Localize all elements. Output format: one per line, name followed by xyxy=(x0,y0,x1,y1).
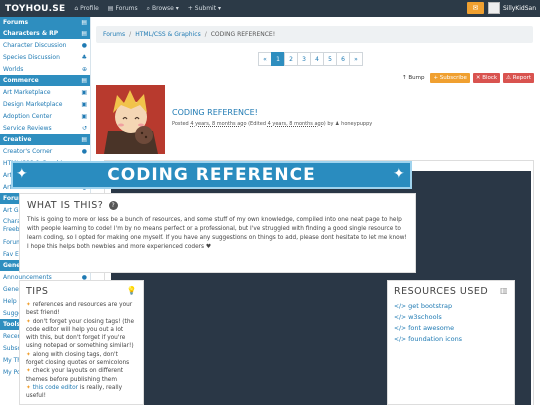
nav-forums-link[interactable]: ▤ Forums xyxy=(108,5,138,12)
item-icon: ● xyxy=(81,41,87,49)
pagination-page[interactable]: 3 xyxy=(297,52,311,66)
sidebar-item-service-reviews[interactable]: Service Reviews ↺ xyxy=(0,122,90,134)
code-icon: </> xyxy=(394,336,407,343)
tips-card: TIPS 💡 ✦ references and resources are you… xyxy=(19,280,144,405)
tip-item: ✦ references and resources are your best… xyxy=(26,302,133,317)
sidebar-item-design-marketplace[interactable]: Design Marketplace ▣ xyxy=(0,98,90,110)
breadcrumb-forums[interactable]: Forums xyxy=(103,31,125,38)
code-icon: </> xyxy=(394,303,407,310)
sidebar-item-species-discussion[interactable]: Species Discussion ♣ xyxy=(0,51,90,63)
nav-browse-dropdown[interactable]: ⌕ Browse ▾ xyxy=(147,5,179,13)
item-icon: ▣ xyxy=(81,88,87,96)
pagination-page[interactable]: 5 xyxy=(323,52,337,66)
thread-actions: ↑ Bump + Subscribe ✕ Block ⚠ Report xyxy=(396,73,534,83)
code-icon: </> xyxy=(394,325,407,332)
item-icon: ⊕ xyxy=(81,65,87,73)
author-link[interactable]: ♟ honeypuppy xyxy=(335,121,372,127)
resources-list: </> get bootstrap </> w3schools </> font aw… xyxy=(394,301,508,345)
posted-time: 4 years, 8 months ago xyxy=(190,121,247,127)
what-is-this-heading: WHAT IS THIS? xyxy=(27,200,104,211)
sidebar-section-commerce[interactable]: Commerce ▤ xyxy=(0,75,90,86)
item-icon: ▣ xyxy=(81,112,87,120)
tip-item: ✦ check your layouts on different themes… xyxy=(26,368,124,383)
report-button[interactable]: ⚠ Report xyxy=(503,73,534,83)
sidebar-item-worlds[interactable]: Worlds ⊕ xyxy=(0,63,90,75)
sparkle-icon: ✦ xyxy=(16,166,28,182)
pagination-next[interactable]: » xyxy=(349,52,363,66)
plus-icon: + xyxy=(187,5,193,12)
sidebar-item-creator-s-corner[interactable]: Creator's Corner ● xyxy=(0,145,90,157)
pagination-page[interactable]: 1 xyxy=(271,52,285,66)
subscribe-button[interactable]: + Subscribe xyxy=(430,73,470,83)
resource-link-foundation-icons[interactable]: </> foundation icons xyxy=(394,334,508,345)
edited-time: 4 years, 8 months ago xyxy=(267,121,324,127)
code-editor-link[interactable]: this code editor xyxy=(33,385,78,391)
question-icon: ? xyxy=(108,201,118,210)
lightbulb-icon: 💡 xyxy=(126,286,137,295)
item-icon: ♣ xyxy=(81,53,87,61)
nav-submit-dropdown[interactable]: + Submit ▾ xyxy=(188,5,221,12)
author-avatar[interactable] xyxy=(96,85,165,154)
resource-link-w3schools[interactable]: </> w3schools xyxy=(394,312,508,323)
pagination-page[interactable]: 4 xyxy=(310,52,324,66)
resources-heading: RESOURCES USED xyxy=(394,286,489,297)
thread-meta: Posted 4 years, 8 months ago (Edited 4 y… xyxy=(172,121,373,127)
breadcrumb-separator: / xyxy=(204,31,207,38)
breadcrumb-separator: / xyxy=(129,31,132,38)
bump-button[interactable]: ↑ Bump xyxy=(398,73,428,83)
top-navbar: TOYHOU.SE ⌂ Profile ▤ Forums ⌕ Browse ▾ + Su… xyxy=(0,0,540,17)
tips-list: ✦ references and resources are your best… xyxy=(26,301,137,401)
user-avatar[interactable] xyxy=(487,2,500,14)
mail-icon[interactable]: ✉ xyxy=(466,2,484,14)
breadcrumb-current: CODING REFERENCE! xyxy=(210,31,276,38)
sidebar-item-adoption-center[interactable]: Adoption Center ▣ xyxy=(0,110,90,122)
sparkle-icon: ✦ xyxy=(393,166,405,182)
search-icon: ⌕ xyxy=(146,4,150,12)
item-icon: ● xyxy=(81,147,87,155)
tip-item: ✦ don't forget your closing tags! (the c… xyxy=(26,318,135,350)
pagination-page[interactable]: 6 xyxy=(336,52,350,66)
code-icon: </> xyxy=(394,314,407,321)
sidebar-item-character-discussion[interactable]: Character Discussion ● xyxy=(0,39,90,51)
resource-link-bootstrap[interactable]: </> get bootstrap xyxy=(394,301,508,312)
post-banner: CODING REFERENCE xyxy=(11,161,412,189)
sidebar-section-creative[interactable]: Creative ▤ xyxy=(0,134,90,145)
breadcrumb: Forums / HTML/CSS & Graphics / CODING RE… xyxy=(96,26,533,43)
what-is-this-text: This is going to more or less be a bunch… xyxy=(27,217,407,250)
sidebar-section-forums[interactable]: Forums ▤ xyxy=(0,17,90,28)
books-icon: ▥ xyxy=(499,286,508,295)
site-logo[interactable]: TOYHOU.SE xyxy=(5,4,65,14)
section-icon: ▤ xyxy=(81,19,87,26)
user-area: ✉ SillyKidSan xyxy=(466,2,536,14)
author-avatar-image xyxy=(96,85,165,154)
resources-card: RESOURCES USED ▥ </> get bootstrap </> w3sc… xyxy=(387,280,515,405)
block-button[interactable]: ✕ Block xyxy=(472,73,501,83)
tip-item: ✦ along with closing tags, don't forget … xyxy=(26,351,130,367)
pagination-page[interactable]: 2 xyxy=(284,52,298,66)
sidebar-section-characters-rp[interactable]: Characters & RP ▤ xyxy=(0,28,90,39)
section-icon: ▤ xyxy=(81,30,87,37)
section-icon: ▤ xyxy=(81,136,87,143)
sidebar-item-art-marketplace[interactable]: Art Marketplace ▣ xyxy=(0,86,90,98)
forums-icon: ▤ xyxy=(107,5,114,12)
section-icon: ▤ xyxy=(81,77,87,84)
item-icon: ↺ xyxy=(81,124,87,132)
tip-item: ✦ this code editor is really, really use… xyxy=(26,384,123,400)
pagination-prev[interactable]: « xyxy=(258,52,272,66)
home-icon: ⌂ xyxy=(74,5,79,12)
thread-title[interactable]: CODING REFERENCE! xyxy=(172,108,258,117)
item-icon: ▣ xyxy=(81,100,87,108)
breadcrumb-html-css[interactable]: HTML/CSS & Graphics xyxy=(135,31,201,38)
what-is-this-card: WHAT IS THIS? ? This is going to more or… xyxy=(19,193,416,273)
tips-heading: TIPS xyxy=(26,286,49,297)
username-link[interactable]: SillyKidSan xyxy=(503,5,536,12)
nav-profile-link[interactable]: ⌂ Profile xyxy=(74,5,98,12)
resource-link-font-awesome[interactable]: </> font awesome xyxy=(394,323,508,334)
pagination: «1 2 3 4 5 6» xyxy=(258,52,363,66)
